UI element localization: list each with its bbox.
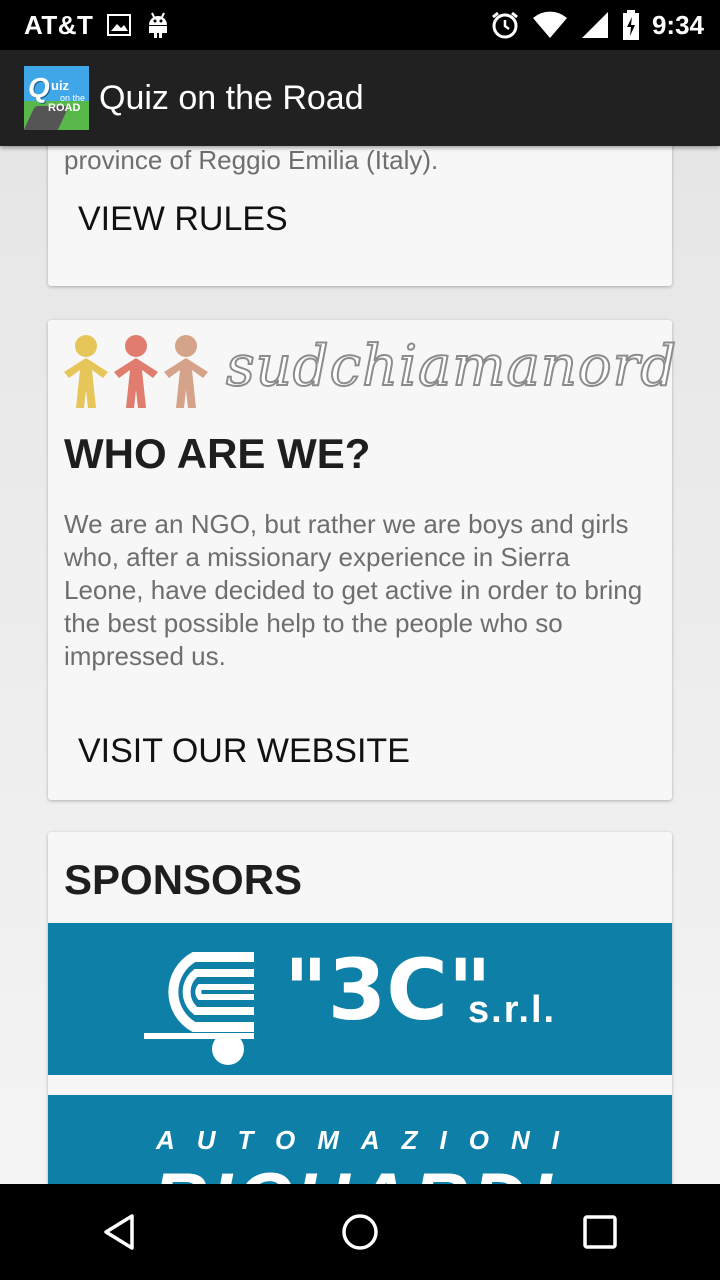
- visit-website-button[interactable]: VISIT OUR WEBSITE: [48, 732, 440, 771]
- recents-button[interactable]: [540, 1184, 660, 1280]
- back-button[interactable]: [60, 1184, 180, 1280]
- image-icon: [107, 14, 132, 36]
- android-icon: [145, 11, 171, 39]
- sponsor-automazioni-tagline: AUTOMAZIONI: [156, 1125, 581, 1155]
- app-logo-q: Q: [28, 72, 50, 103]
- recents-icon: [583, 1215, 617, 1249]
- carrier-label: AT&T: [24, 9, 94, 40]
- alarm-icon: [490, 10, 520, 40]
- sponsor-automazioni-name: RICHARDI: [152, 1157, 556, 1184]
- app-logo-road: ROAD: [48, 102, 81, 114]
- rules-card: province of Reggio Emilia (Italy). VIEW …: [48, 146, 672, 286]
- navigation-bar: [0, 1184, 720, 1280]
- app-logo: Q uiz on the ROAD: [24, 66, 89, 130]
- home-icon: [342, 1214, 378, 1250]
- content-scroll[interactable]: province of Reggio Emilia (Italy). VIEW …: [0, 146, 720, 1184]
- battery-charging-icon: [622, 10, 640, 40]
- ngo-logo: sudchiamanord: [56, 326, 677, 414]
- about-text: We are an NGO, but rather we are boys an…: [64, 509, 643, 671]
- sponsor-banner-automazioni[interactable]: AUTOMAZIONI RICHARDI: [48, 1095, 672, 1184]
- person-icon: [164, 335, 208, 408]
- clock: 9:34: [651, 9, 704, 40]
- view-rules-button[interactable]: VIEW RULES: [48, 200, 318, 239]
- about-card: sudchiamanord WHO ARE WE? We are an NGO,…: [48, 320, 677, 800]
- who-are-we-heading: WHO ARE WE?: [64, 430, 371, 477]
- app-title: Quiz on the Road: [99, 78, 364, 117]
- back-icon: [104, 1214, 134, 1250]
- sponsor-3c-suffix: s.r.l.: [468, 989, 557, 1031]
- ngo-brand-name: sudchiamanord: [225, 333, 678, 400]
- sponsor-banner-3c[interactable]: "3C" s.r.l.: [48, 923, 672, 1075]
- sponsor-3c-name: "3C": [284, 941, 492, 1039]
- signal-icon: [580, 10, 610, 40]
- sponsor-3c-logo-icon: [144, 952, 254, 1065]
- status-bar: AT&T 9:34: [0, 0, 720, 50]
- home-button[interactable]: [300, 1184, 420, 1280]
- app-logo-uiz: uiz: [51, 78, 70, 93]
- sponsors-card: SPONSORS "3C" s.r.l. AUTOMAZIONI RICHARD…: [48, 832, 672, 1184]
- sponsors-heading: SPONSORS: [64, 856, 303, 903]
- wifi-icon: [532, 11, 568, 39]
- app-bar: Q uiz on the ROAD Quiz on the Road: [0, 50, 720, 146]
- rules-text: province of Reggio Emilia (Italy).: [64, 146, 439, 175]
